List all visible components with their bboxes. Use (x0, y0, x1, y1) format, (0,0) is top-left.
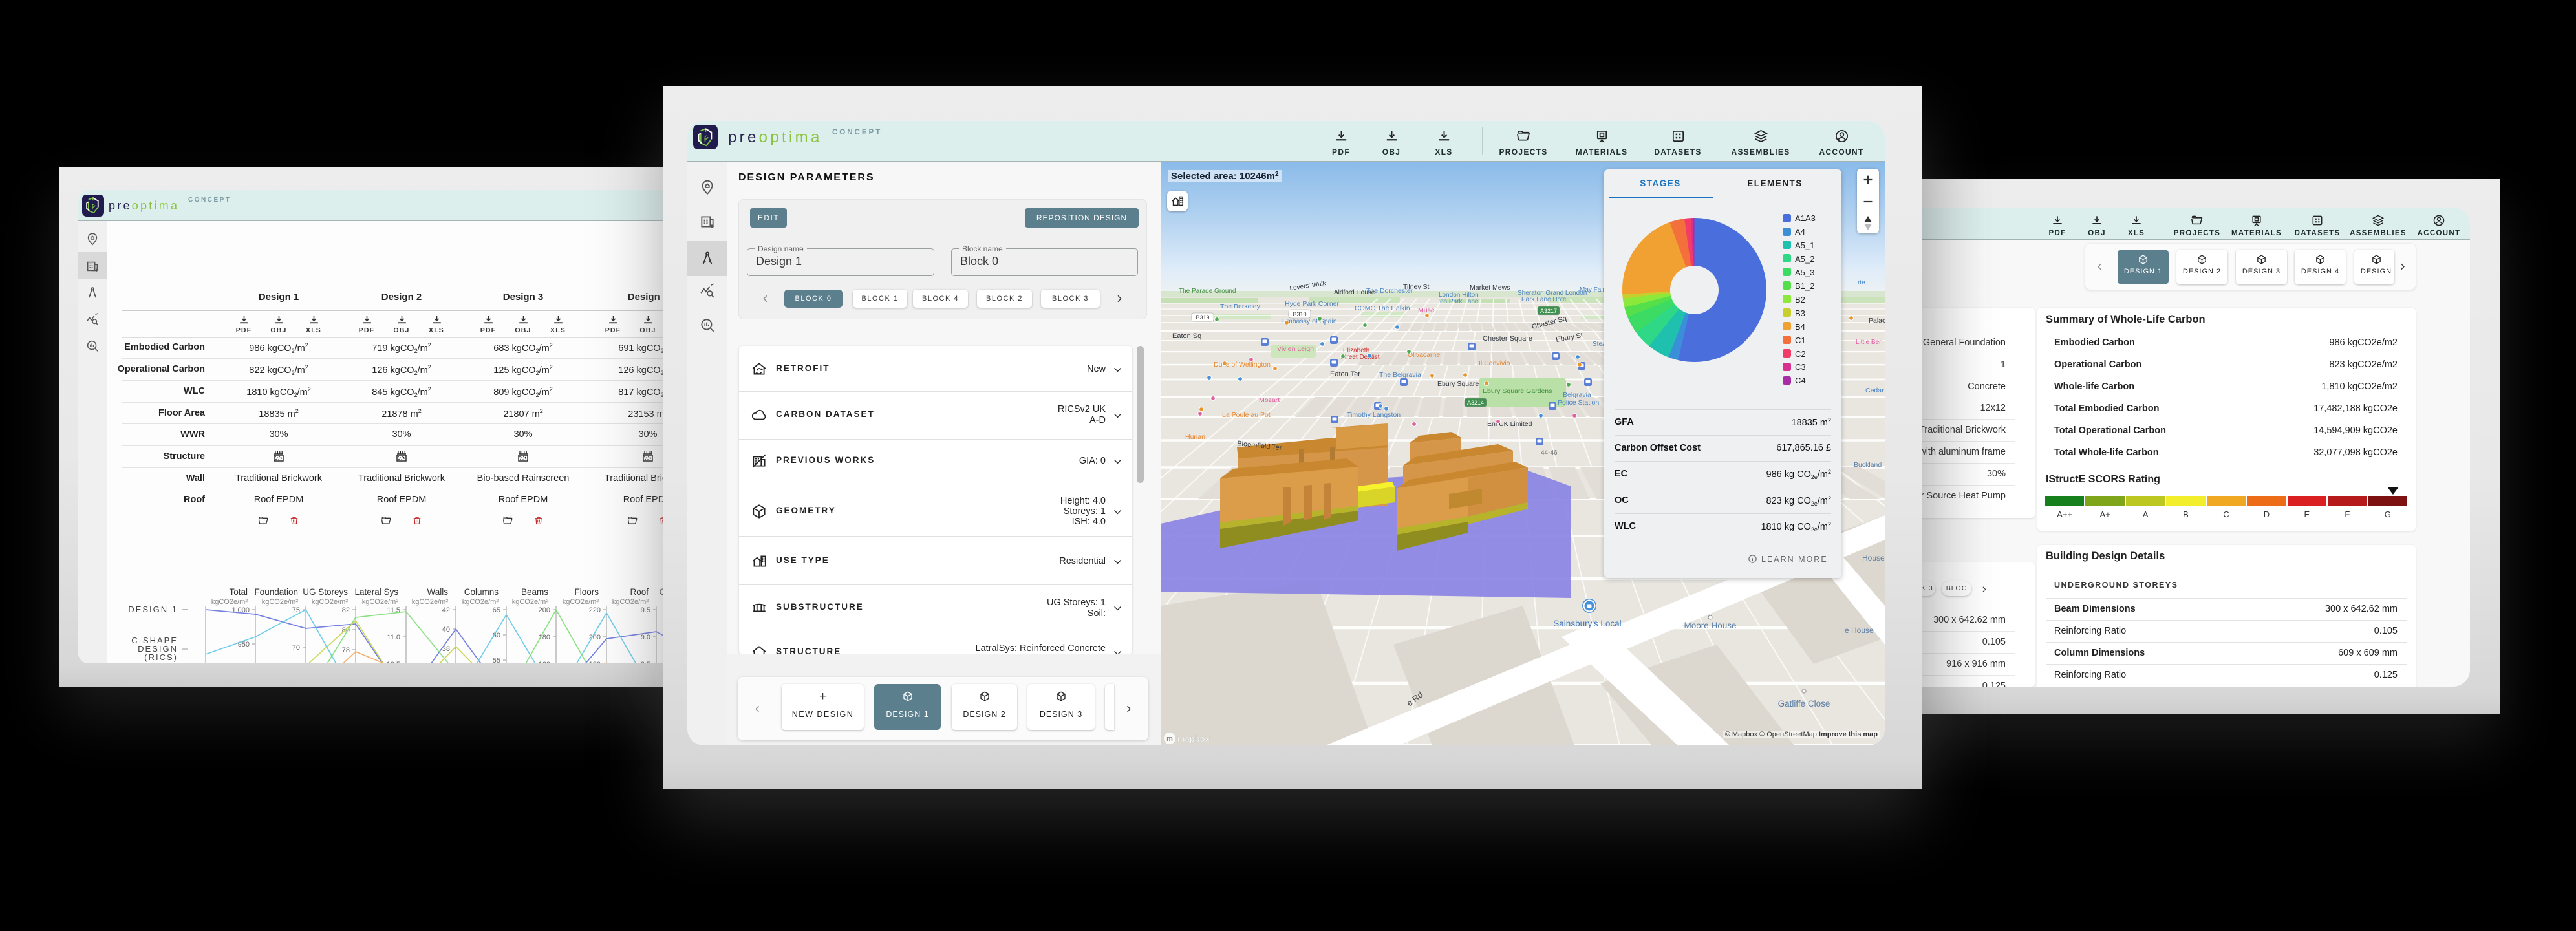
svg-text:65: 65 (493, 606, 500, 614)
svg-text:Hyde Park Corner: Hyde Park Corner (1285, 300, 1340, 308)
svg-text:220: 220 (589, 606, 601, 614)
svg-text:Olivacarne: Olivacarne (1408, 351, 1440, 359)
svg-text:Foundation: Foundation (254, 587, 298, 597)
svg-text:A3214: A3214 (1467, 400, 1484, 406)
svg-text:Sainsbury's Local: Sainsbury's Local (1553, 619, 1621, 628)
svg-text:Palace: Palace (1869, 317, 1885, 325)
svg-text:Mozart: Mozart (1259, 396, 1280, 404)
svg-text:kgCO2e/m²: kgCO2e/m² (312, 598, 349, 606)
svg-text:Market Mews: Market Mews (1470, 284, 1510, 292)
svg-text:B319: B319 (1196, 314, 1209, 321)
svg-text:Timothy Langston: Timothy Langston (1347, 411, 1401, 419)
svg-text:Eni UK Limited: Eni UK Limited (1487, 420, 1532, 428)
svg-text:Floors: Floors (574, 587, 599, 597)
svg-text:UG Storeys: UG Storeys (303, 587, 348, 597)
svg-text:Eaton Sq: Eaton Sq (1172, 332, 1201, 340)
svg-text:B310: B310 (1293, 311, 1306, 317)
svg-text:Total: Total (229, 587, 248, 597)
svg-text:kgCO2e/m²: kgCO2e/m² (412, 598, 449, 606)
svg-text:Ebury Square Gardens: Ebury Square Gardens (1483, 387, 1552, 395)
svg-text:70: 70 (292, 644, 300, 652)
svg-text:44-46: 44-46 (1541, 449, 1558, 456)
svg-text:11.0: 11.0 (387, 634, 400, 641)
svg-text:Belgravia: Belgravia (1563, 391, 1591, 399)
svg-text:200: 200 (539, 606, 550, 614)
svg-text:Beams: Beams (521, 587, 548, 597)
svg-text:9.0: 9.0 (641, 634, 650, 641)
svg-text:Duke of Wellington: Duke of Wellington (1214, 361, 1271, 369)
svg-text:Park Lane Hote: Park Lane Hote (1521, 296, 1567, 303)
svg-text:(RICS): (RICS) (144, 652, 178, 662)
svg-text:Walls: Walls (427, 587, 449, 597)
svg-text:kgCO2e/m²: kgCO2e/m² (262, 598, 299, 606)
svg-text:rte: rte (1858, 279, 1865, 286)
svg-text:40: 40 (442, 626, 450, 634)
svg-text:The Belgravia: The Belgravia (1379, 371, 1421, 379)
svg-text:Cedar: Cedar (1865, 387, 1884, 394)
svg-text:10.5: 10.5 (387, 661, 400, 663)
svg-text:mapbox: mapbox (1177, 734, 1210, 744)
svg-text:Buckland: Buckland (1854, 461, 1882, 469)
svg-text:78: 78 (342, 647, 350, 654)
svg-text:Chester Square: Chester Square (1483, 335, 1532, 343)
svg-text:kgCO2e/m²: kgCO2e/m² (362, 598, 399, 606)
svg-text:Eaton Ter: Eaton Ter (1330, 370, 1360, 378)
svg-text:COMO The Halkin: COMO The Halkin (1355, 305, 1410, 312)
svg-text:DESIGN 1: DESIGN 1 (128, 605, 178, 614)
svg-text:9.5: 9.5 (641, 606, 650, 614)
svg-text:kgCO2e/m²: kgCO2e/m² (462, 598, 499, 606)
svg-text:La Poule au Pot: La Poule au Pot (1222, 411, 1271, 419)
svg-text:180: 180 (589, 661, 601, 663)
svg-text:The Parade Ground: The Parade Ground (1179, 288, 1236, 295)
svg-text:The Berkeley: The Berkeley (1220, 303, 1261, 310)
svg-text:Police Station: Police Station (1558, 399, 1599, 407)
svg-text:House: House (1862, 553, 1885, 562)
svg-text:Columns: Columns (464, 587, 499, 597)
svg-text:Muse: Muse (1418, 306, 1435, 314)
svg-text:kgCO2e/m²: kgCO2e/m² (211, 598, 248, 606)
svg-text:55: 55 (493, 657, 500, 663)
svg-text:160: 160 (539, 661, 550, 663)
svg-text:A3217: A3217 (1540, 308, 1557, 314)
svg-text:Il Convivio: Il Convivio (1479, 359, 1510, 367)
svg-text:8.5: 8.5 (641, 661, 650, 663)
svg-text:Gatliffe Close: Gatliffe Close (1778, 699, 1830, 709)
svg-text:kgCO2e/m²: kgCO2e/m² (612, 598, 649, 606)
svg-text:Ebury Square: Ebury Square (1437, 380, 1479, 388)
svg-text:Street Dentist: Street Dentist (1340, 354, 1380, 361)
svg-text:Little Ben: Little Ben (1856, 339, 1883, 346)
svg-text:82: 82 (342, 606, 350, 614)
svg-text:e House: e House (1845, 626, 1874, 635)
svg-text:Moore House: Moore House (1684, 621, 1736, 630)
svg-text:Vivien Leigh: Vivien Leigh (1277, 345, 1314, 353)
svg-text:on Park Lane: on Park Lane (1440, 298, 1479, 305)
svg-text:Lateral Sys: Lateral Sys (354, 587, 398, 597)
svg-text:kgCO2e/m²: kgCO2e/m² (512, 598, 549, 606)
svg-text:m: m (1166, 735, 1173, 743)
svg-text:kgCO2e/m²: kgCO2e/m² (563, 598, 599, 606)
svg-text:Hunan: Hunan (1185, 433, 1205, 441)
svg-text:Tilney St: Tilney St (1403, 283, 1430, 291)
svg-text:Embassy of Spain: Embassy of Spain (1282, 317, 1337, 325)
svg-text:42: 42 (442, 606, 450, 614)
svg-text:Roof: Roof (630, 587, 649, 597)
